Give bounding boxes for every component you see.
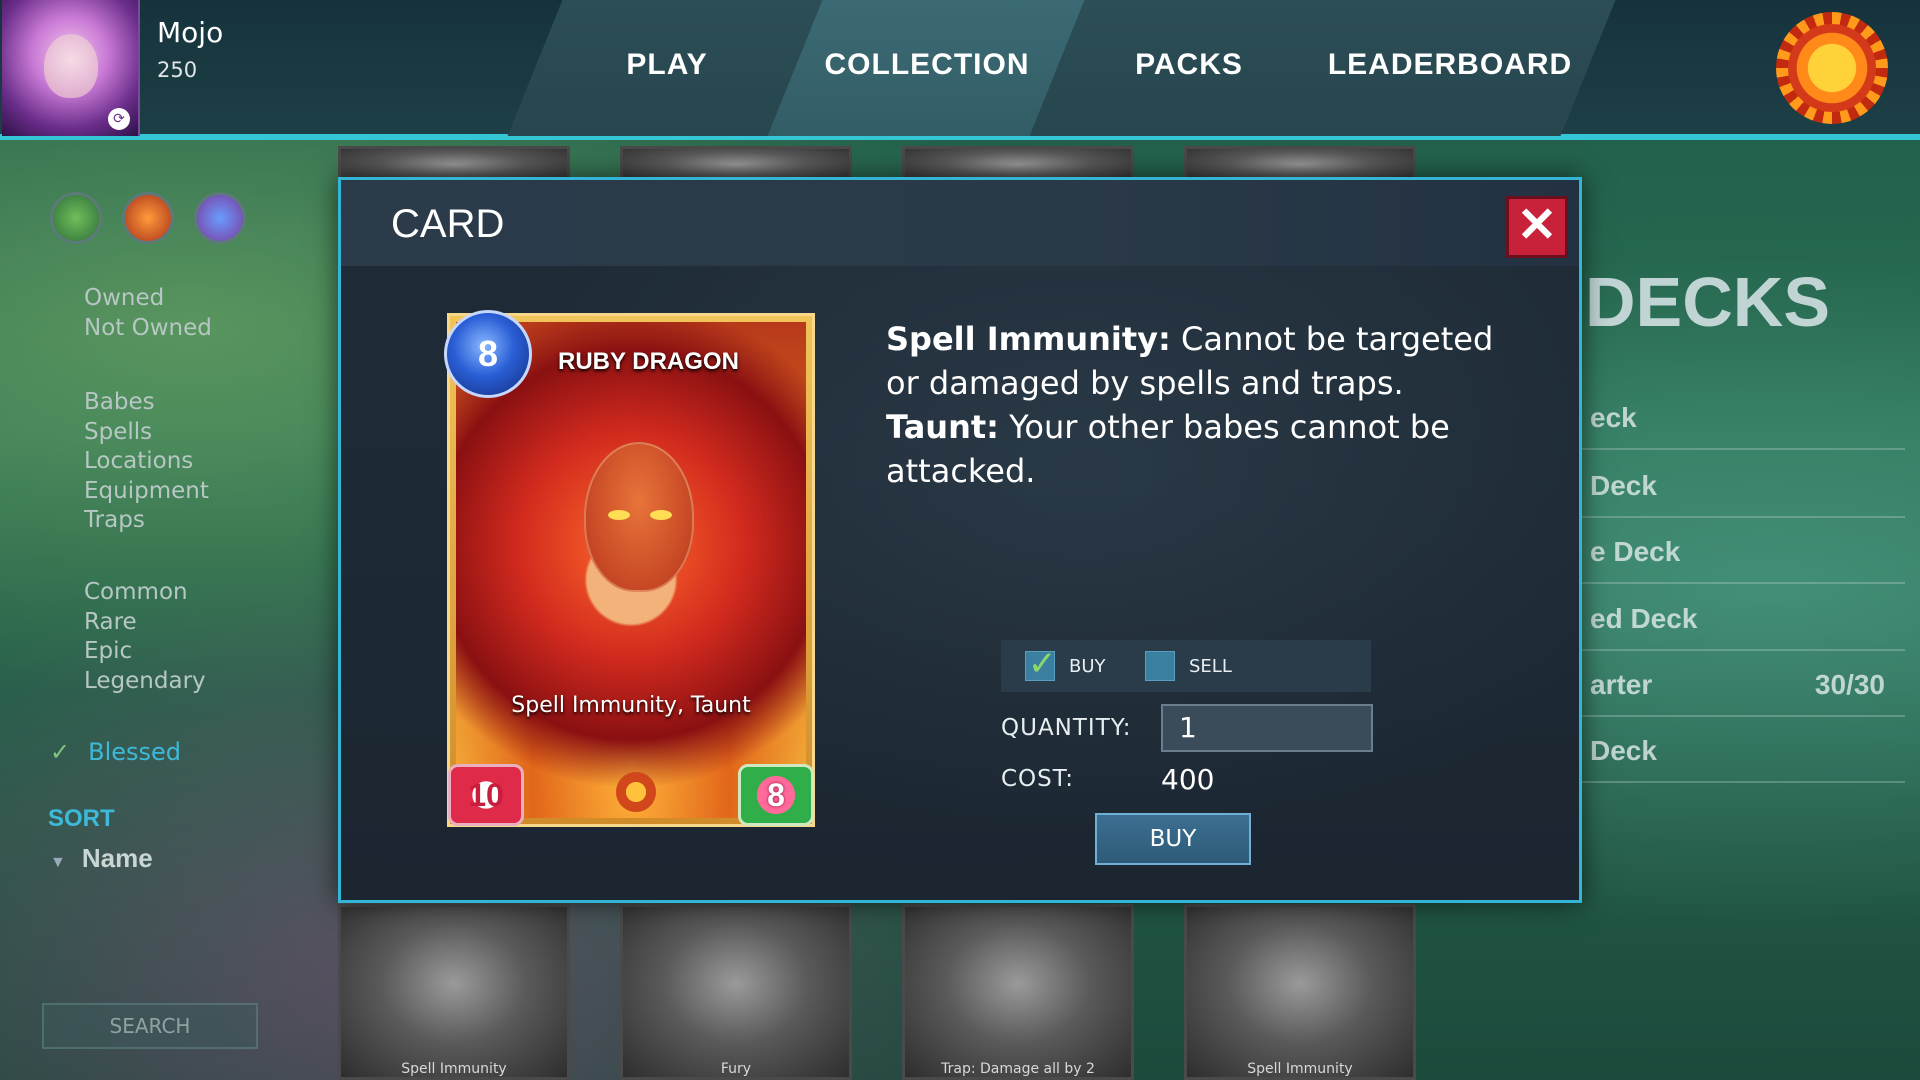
deck-row[interactable]: arter 30/30 bbox=[1560, 661, 1905, 717]
filter-spells[interactable]: Spells bbox=[84, 418, 209, 448]
blessed-label: Blessed bbox=[88, 738, 182, 766]
cost-value: 400 bbox=[1161, 763, 1215, 796]
card-eye bbox=[608, 510, 630, 520]
top-bar: ⟳ Mojo 250 PLAY COLLECTION PACKS LEADERB… bbox=[0, 0, 1920, 140]
deck-name: ed Deck bbox=[1590, 603, 1698, 634]
decks-title: DECKS bbox=[1585, 263, 1831, 341]
quantity-input[interactable]: 1 bbox=[1161, 704, 1373, 752]
deck-name: e Deck bbox=[1590, 536, 1681, 567]
ownership-filter: Owned Not Owned bbox=[84, 284, 212, 343]
deck-name: arter bbox=[1590, 669, 1653, 700]
quantity-label: QUANTITY: bbox=[1001, 715, 1132, 741]
health-gem: 8 bbox=[738, 764, 814, 826]
filter-traps[interactable]: Traps bbox=[84, 506, 209, 536]
faction-filters bbox=[50, 192, 246, 244]
type-filter: Babes Spells Locations Equipment Traps bbox=[84, 388, 209, 536]
modal-title: CARD bbox=[391, 202, 505, 246]
collection-card[interactable]: Trap: Damage all by 2 bbox=[902, 904, 1134, 1080]
search-input[interactable]: SEARCH bbox=[42, 1003, 258, 1049]
player-score: 250 bbox=[157, 58, 198, 82]
deck-row[interactable]: Deck bbox=[1560, 727, 1905, 783]
sort-heading: SORT bbox=[48, 805, 115, 832]
collection-card[interactable]: Spell Immunity bbox=[338, 904, 570, 1080]
tab-leaderboard[interactable]: LEADERBOARD bbox=[1320, 48, 1580, 88]
ability-description: Spell Immunity: Cannot be targeted or da… bbox=[886, 317, 1526, 493]
nature-faction-icon[interactable] bbox=[50, 192, 102, 244]
checkbox-icon[interactable] bbox=[1145, 651, 1175, 681]
sell-option[interactable]: SELL bbox=[1145, 650, 1232, 682]
ability-keyword: Spell Immunity: bbox=[886, 320, 1171, 358]
filter-rare[interactable]: Rare bbox=[84, 608, 206, 638]
filter-epic[interactable]: Epic bbox=[84, 637, 206, 667]
sort-label: Name bbox=[81, 843, 153, 873]
attack-gem: 10 bbox=[448, 764, 524, 826]
buy-option-label: BUY bbox=[1069, 655, 1106, 677]
checkbox-checked-icon[interactable] bbox=[1025, 644, 1057, 684]
card-caption: Spell Immunity bbox=[401, 1061, 507, 1077]
sun-icon[interactable] bbox=[1776, 12, 1888, 124]
filter-legendary[interactable]: Legendary bbox=[84, 667, 206, 697]
rarity-filter: Common Rare Epic Legendary bbox=[84, 578, 206, 696]
fire-faction-icon bbox=[616, 772, 656, 812]
buy-sell-toggle: BUY SELL bbox=[1001, 640, 1371, 692]
deck-row[interactable]: eck bbox=[1560, 394, 1905, 450]
ability-keyword: Taunt: bbox=[886, 408, 999, 446]
filter-locations[interactable]: Locations bbox=[84, 447, 209, 477]
card-caption: Spell Immunity bbox=[1247, 1061, 1353, 1077]
deck-row[interactable]: Deck bbox=[1560, 462, 1905, 518]
check-icon: ✓ bbox=[50, 738, 71, 766]
collection-card[interactable]: Fury bbox=[620, 904, 852, 1080]
player-name: Mojo bbox=[157, 16, 224, 49]
sell-option-label: SELL bbox=[1189, 655, 1232, 677]
sort-direction-icon: ▼ bbox=[50, 854, 66, 871]
filter-not-owned[interactable]: Not Owned bbox=[84, 314, 212, 344]
buy-option[interactable]: BUY bbox=[1025, 644, 1106, 684]
card-artwork bbox=[456, 322, 806, 818]
deck-count: 30/30 bbox=[1814, 669, 1885, 700]
sort-by-name[interactable]: ▼ Name bbox=[50, 843, 153, 874]
deck-row[interactable]: e Deck bbox=[1560, 528, 1905, 584]
fire-faction-icon[interactable] bbox=[122, 192, 174, 244]
avatar-portrait bbox=[44, 34, 98, 98]
deck-name: Deck bbox=[1590, 470, 1657, 501]
filter-owned[interactable]: Owned bbox=[84, 284, 212, 314]
card-name: RUBY DRAGON bbox=[558, 348, 739, 375]
collection-card[interactable]: Spell Immunity bbox=[1184, 904, 1416, 1080]
tab-packs[interactable]: PACKS bbox=[1059, 48, 1319, 88]
modal-header: CARD ✕ bbox=[341, 180, 1579, 266]
player-avatar[interactable]: ⟳ bbox=[2, 0, 140, 136]
filter-blessed[interactable]: ✓ Blessed bbox=[50, 738, 181, 766]
tab-play[interactable]: PLAY bbox=[537, 48, 797, 88]
cost-label: COST: bbox=[1001, 766, 1075, 792]
refresh-icon[interactable]: ⟳ bbox=[108, 108, 130, 130]
game-card: 8 RUBY DRAGON Spell Immunity, Taunt 10 8 bbox=[444, 310, 815, 827]
tab-collection[interactable]: COLLECTION bbox=[797, 48, 1057, 88]
filter-babes[interactable]: Babes bbox=[84, 388, 209, 418]
card-detail-modal: CARD ✕ 8 RUBY DRAGON Spell Immunity, Tau… bbox=[338, 177, 1582, 903]
filter-common[interactable]: Common bbox=[84, 578, 206, 608]
filter-equipment[interactable]: Equipment bbox=[84, 477, 209, 507]
mana-cost-gem: 8 bbox=[444, 310, 532, 398]
card-portrait bbox=[584, 442, 694, 592]
deck-row[interactable]: ed Deck bbox=[1560, 595, 1905, 651]
card-caption: Fury bbox=[720, 1061, 752, 1077]
card-eye bbox=[650, 510, 672, 520]
deck-name: Deck bbox=[1590, 735, 1657, 766]
water-faction-icon[interactable] bbox=[194, 192, 246, 244]
card-caption: Trap: Damage all by 2 bbox=[941, 1061, 1095, 1077]
card-keywords: Spell Immunity, Taunt bbox=[511, 693, 751, 718]
deck-name: eck bbox=[1590, 402, 1637, 433]
buy-button[interactable]: BUY bbox=[1095, 813, 1251, 865]
close-button[interactable]: ✕ bbox=[1506, 196, 1568, 258]
